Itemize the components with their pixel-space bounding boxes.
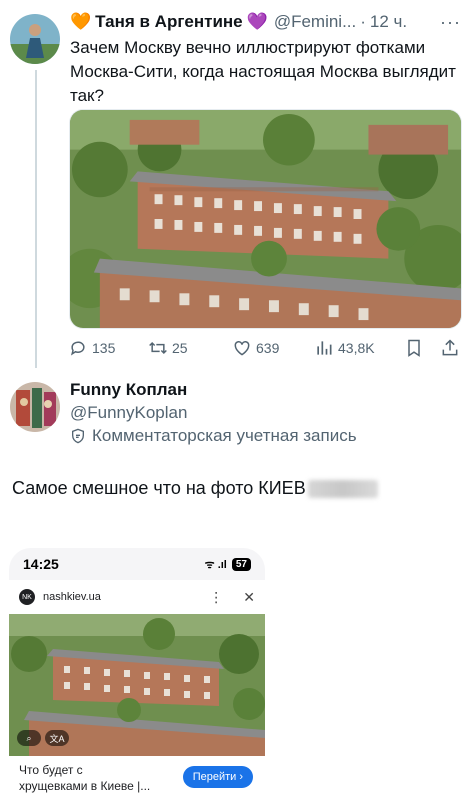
site-favicon-icon: NK	[19, 589, 35, 605]
browser-bar: NK nashkiev.ua ⋮ ✕	[9, 580, 265, 614]
tweet1-time[interactable]: 12 ч.	[370, 12, 407, 32]
tweet1-display-name[interactable]: Таня в Аргентине	[95, 12, 242, 32]
phone-status-bar: 14:25 ᯤ .ıl 57	[9, 548, 265, 580]
tweet2-display-name[interactable]: Funny Коплан	[70, 380, 187, 400]
account-label-text: Комментаторская учетная запись	[92, 426, 357, 445]
tweet1-handle[interactable]: @Femini...	[274, 12, 356, 32]
views-button[interactable]: 43,8K	[314, 338, 404, 358]
close-icon[interactable]: ✕	[243, 589, 255, 606]
tweet2-text-content: Самое смешное что на фото КИЕВ	[12, 478, 306, 498]
retweet-count: 25	[172, 340, 188, 356]
signal-icon: ᯤ .ıl	[204, 558, 227, 571]
go-button[interactable]: Перейти ›	[182, 766, 253, 788]
shield-icon	[72, 428, 84, 444]
phone-time: 14:25	[23, 556, 59, 572]
tweet2-account-label: Комментаторская учетная запись	[70, 426, 357, 446]
phone-screenshot[interactable]: 14:25 ᯤ .ıl 57 NK nashkiev.ua ⋮ ✕ ⌕ 文A Ч…	[9, 548, 265, 800]
tweet1-photo[interactable]	[69, 109, 462, 329]
reply-icon	[70, 341, 85, 356]
like-button[interactable]: 639	[232, 338, 314, 358]
phone-result-card[interactable]: Что будет с хрущевками в Киеве |... Пере…	[9, 756, 265, 800]
thread-line	[35, 70, 37, 368]
retweet-button[interactable]: 25	[148, 338, 232, 358]
phone-result-image[interactable]: ⌕ 文A	[9, 614, 265, 756]
retweet-icon	[149, 341, 167, 355]
heart-purple-emoji: 💜	[246, 12, 268, 31]
tweet2-text: Самое смешное что на фото КИЕВ	[12, 478, 378, 499]
battery-icon: 57	[231, 557, 251, 571]
tweet1-header: 🧡 Таня в Аргентине 💜 @Femini... · 12 ч. …	[70, 10, 461, 34]
bookmark-icon	[408, 339, 420, 357]
tweet1-text: Зачем Москву вечно иллюстрируют фотками …	[70, 38, 456, 105]
bookmark-button[interactable]	[404, 338, 440, 358]
avatar-tweet1[interactable]	[10, 14, 60, 64]
tweet2-handle[interactable]: @FunnyKoplan	[70, 403, 187, 423]
translate-icon[interactable]: 文A	[45, 730, 69, 746]
lens-icon[interactable]: ⌕	[17, 730, 41, 746]
more-options-icon[interactable]: ···	[440, 12, 461, 33]
like-icon	[234, 340, 250, 356]
tweet1-actions: 135 25 639 43,8K	[68, 336, 463, 360]
share-icon	[442, 339, 458, 356]
share-button[interactable]	[440, 338, 460, 358]
heart-orange-emoji: 🧡	[70, 12, 92, 31]
views-icon	[317, 341, 332, 355]
views-count: 43,8K	[338, 340, 375, 356]
avatar-tweet2[interactable]	[10, 382, 60, 432]
reply-button[interactable]: 135	[68, 338, 148, 358]
like-count: 639	[256, 340, 280, 356]
more-vert-icon[interactable]: ⋮	[209, 589, 223, 606]
site-url[interactable]: nashkiev.ua	[43, 591, 101, 603]
tweet1-separator: ·	[360, 12, 366, 31]
reply-count: 135	[92, 340, 116, 356]
blurred-text	[307, 479, 378, 498]
